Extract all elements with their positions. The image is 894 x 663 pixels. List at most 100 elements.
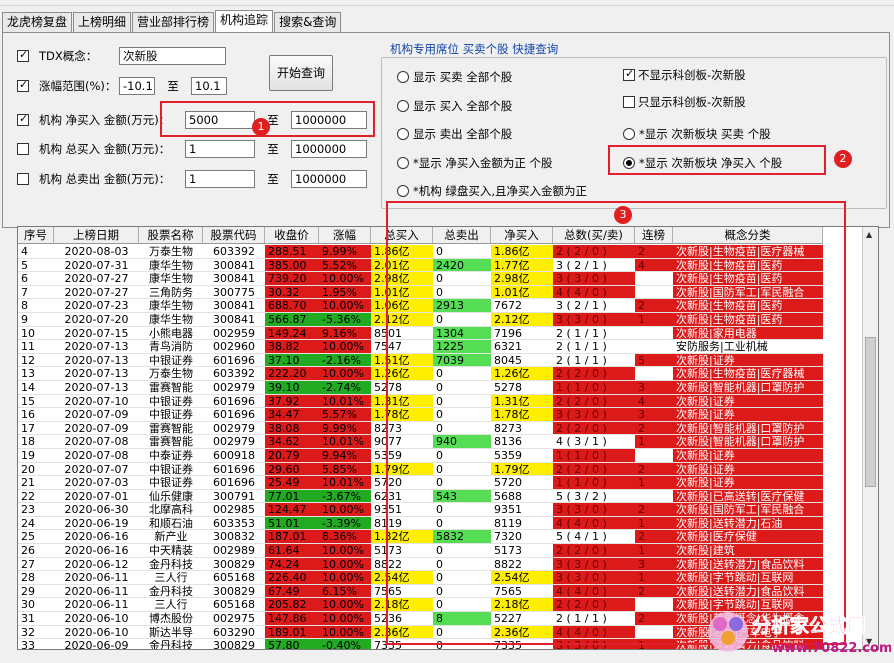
opt-all[interactable]: 显示 买卖 全部个股: [397, 68, 512, 86]
chk-hide-star[interactable]: 不显示科创板-次新股: [623, 66, 746, 84]
radio-icon[interactable]: [397, 157, 409, 169]
vertical-scrollbar[interactable]: ▲ ▼: [862, 227, 878, 649]
sell-checkbox[interactable]: [17, 173, 29, 185]
sell-to-label: 至: [267, 172, 279, 186]
opt-net-positive[interactable]: *显示 净买入金额为正 个股: [397, 154, 553, 172]
col-header-stock-code[interactable]: 股票代码: [203, 227, 265, 243]
cell-stock-code: 002960: [213, 340, 255, 353]
radio-icon[interactable]: [623, 128, 635, 140]
cell-stock-code: 603392: [213, 367, 255, 380]
cell-stock-code: 300829: [213, 557, 255, 571]
col-header-date[interactable]: 上榜日期: [54, 227, 139, 243]
col-header-close-price[interactable]: 收盘价: [265, 227, 319, 243]
cell-date: 2020-07-27: [64, 285, 129, 299]
cell-close-price: 149.24: [265, 326, 319, 340]
tab-review[interactable]: 龙虎榜复盘: [2, 12, 73, 32]
cell-seq: 15: [21, 394, 35, 408]
radio-icon[interactable]: [397, 185, 409, 197]
cell-seq: 21: [21, 476, 35, 489]
cell-stock-code: 603392: [213, 245, 255, 258]
tab-branch-ranking[interactable]: 营业部排行榜: [132, 12, 215, 32]
zf-checkbox[interactable]: [17, 78, 29, 92]
scroll-thumb[interactable]: [865, 337, 876, 487]
buy-to-label: 至: [267, 142, 279, 156]
tab-details[interactable]: 上榜明细: [73, 12, 132, 32]
zf-from-input[interactable]: -10.1: [119, 77, 155, 95]
cell-stock-code: 600918: [213, 448, 255, 462]
highlight-box-3: [386, 201, 846, 645]
cell-date: 2020-07-13: [64, 380, 129, 394]
cell-close-price: 288.51: [265, 245, 319, 258]
chk-only-star[interactable]: 只显示科创板-次新股: [623, 93, 746, 111]
radio-icon[interactable]: [397, 128, 409, 140]
opt-label: *显示 次新板块 买卖 个股: [639, 127, 771, 141]
opt-green-buy[interactable]: *机构 绿盘买入,且净买入金额为正: [397, 182, 587, 200]
cell-stock-code: 300775: [213, 285, 255, 299]
cell-seq: 23: [21, 503, 35, 516]
zf-row: 涨幅范围(%)： -10.1 至 10.1: [17, 77, 227, 95]
net-checkbox[interactable]: [17, 112, 29, 126]
checkbox-icon[interactable]: [623, 67, 635, 81]
cell-stock-code: 605168: [213, 571, 255, 584]
cell-close-price: 20.79: [265, 448, 319, 462]
tab-search[interactable]: 搜索&查询: [274, 12, 342, 32]
opt-newblock-trade[interactable]: *显示 次新板块 买卖 个股: [623, 125, 771, 143]
cell-stock-name: 雷赛智能: [149, 380, 193, 394]
cell-stock-name: 三角防务: [149, 285, 193, 299]
cell-stock-code: 603353: [213, 516, 255, 530]
cell-close-price: 739.20: [265, 272, 319, 285]
cell-stock-code: 300791: [213, 489, 255, 503]
cell-date: 2020-07-08: [64, 448, 129, 462]
cell-date: 2020-07-20: [64, 312, 129, 326]
buy-to-input[interactable]: 1000000: [291, 140, 367, 158]
cell-stock-code: 002979: [213, 421, 255, 435]
sell-from-input[interactable]: 1: [185, 170, 255, 188]
sell-to-input[interactable]: 1000000: [291, 170, 367, 188]
opt-sell[interactable]: 显示 卖出 全部个股: [397, 125, 512, 143]
cell-change-pct: 10.00%: [319, 598, 371, 612]
cell-change-pct: 8.36%: [319, 530, 371, 544]
cell-seq: 8: [21, 299, 28, 312]
buy-checkbox[interactable]: [17, 143, 29, 155]
cell-date: 2020-07-09: [64, 408, 129, 421]
opt-label: 显示 卖出 全部个股: [413, 127, 513, 141]
opt-buy[interactable]: 显示 买入 全部个股: [397, 97, 512, 115]
buy-from-input[interactable]: 1: [185, 140, 255, 158]
cell-change-pct: -3.39%: [319, 516, 371, 530]
checkbox-icon[interactable]: [623, 96, 635, 108]
start-query-button[interactable]: 开始查询: [269, 55, 333, 91]
radio-icon[interactable]: [397, 100, 409, 112]
col-header-change-pct[interactable]: 涨幅: [319, 227, 371, 243]
cell-change-pct: 5.52%: [319, 258, 371, 272]
col-header-seq[interactable]: 序号: [18, 227, 54, 243]
cell-stock-name: 金丹科技: [149, 639, 193, 650]
cell-close-price: 205.82: [265, 598, 319, 612]
title-strip: [0, 0, 894, 6]
cell-seq: 30: [21, 598, 35, 612]
zf-to-input[interactable]: 10.1: [191, 77, 227, 95]
cell-seq: 25: [21, 530, 35, 544]
tdx-concept-input[interactable]: 次新股: [119, 47, 226, 65]
cell-close-price: 688.70: [265, 299, 319, 312]
opt-label: 显示 买卖 全部个股: [413, 70, 513, 84]
cell-stock-name: 中银证券: [149, 408, 193, 421]
cell-close-price: 25.49: [265, 476, 319, 489]
tab-institution-tracking[interactable]: 机构追踪: [215, 10, 274, 32]
cell-stock-name: 康华生物: [149, 299, 193, 312]
cell-seq: 29: [21, 584, 35, 598]
col-header-stock-name[interactable]: 股票名称: [139, 227, 203, 243]
cell-date: 2020-07-09: [64, 421, 129, 435]
cell-stock-code: 002985: [213, 503, 255, 516]
cell-change-pct: 9.16%: [319, 326, 371, 340]
scroll-up-icon[interactable]: ▲: [866, 230, 872, 239]
quick-query-title: 机构专用席位 买卖个股 快捷查询: [387, 41, 562, 57]
cell-stock-code: 300832: [213, 530, 255, 544]
radio-icon[interactable]: [397, 71, 409, 83]
tdx-checkbox[interactable]: [17, 48, 29, 62]
cell-stock-name: 和顺石油: [149, 516, 193, 530]
cell-stock-name: 三人行: [154, 598, 188, 612]
cell-date: 2020-07-15: [64, 326, 129, 340]
cell-change-pct: -2.74%: [319, 380, 371, 394]
cell-date: 2020-08-03: [64, 245, 129, 258]
cell-close-price: 51.01: [265, 516, 319, 530]
